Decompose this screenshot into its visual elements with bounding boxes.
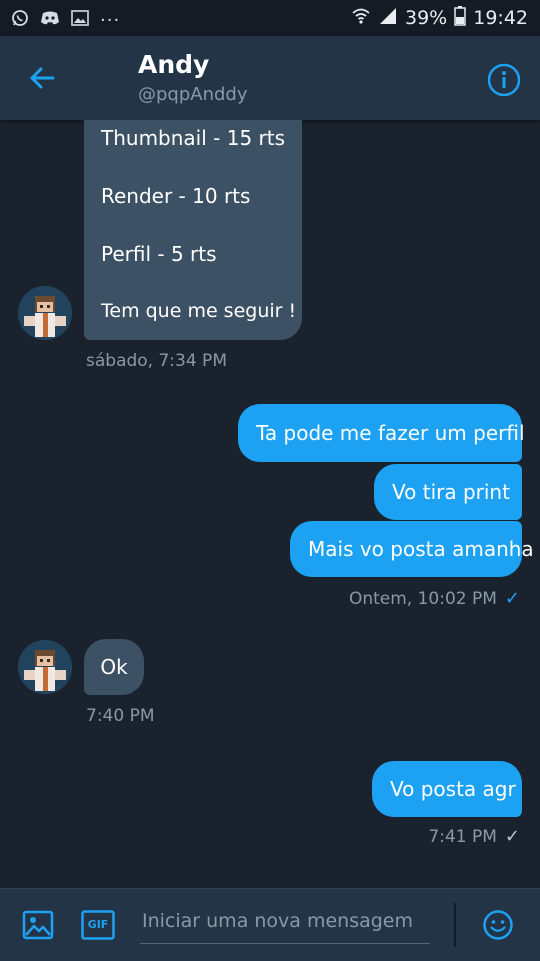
contact-name[interactable]: Andy [138,50,209,79]
image-button[interactable] [20,907,56,943]
sent-check-icon: ✓ [504,826,520,847]
emoji-button[interactable] [480,907,516,943]
timestamp-text: Ontem, 10:02 PM [348,589,497,609]
status-bar: ... 39% 19:42 [0,0,540,36]
incoming-message[interactable]: Ok [84,639,144,695]
whatsapp-icon [10,9,30,27]
gif-label: GIF [87,918,109,931]
avatar[interactable] [18,286,72,340]
info-icon [487,63,521,97]
battery-percent: 39% [405,7,448,29]
outgoing-message[interactable]: Vo posta agr [372,761,522,817]
wifi-icon [351,7,371,30]
battery-icon [454,5,466,31]
message-composer: GIF Iniciar uma nova mensagem [0,888,540,961]
emoji-icon [483,910,513,940]
incoming-message[interactable]: Thumbnail - 15 rts Render - 10 rts Perfi… [84,120,302,340]
image-icon [22,910,54,940]
info-button[interactable] [484,60,524,100]
discord-icon [40,9,60,27]
gif-button[interactable]: GIF [80,909,116,941]
message-timestamp: 7:40 PM [86,706,155,726]
back-button[interactable] [22,58,62,98]
clock: 19:42 [473,7,528,29]
message-timestamp: sábado, 7:34 PM [86,351,227,371]
conversation-header: Andy @pqpAnddy [0,36,540,120]
divider [454,903,456,947]
message-list[interactable]: Thumbnail - 15 rts Render - 10 rts Perfi… [0,120,540,888]
gallery-icon [70,9,90,27]
overflow-indicator: ... [100,4,121,26]
timestamp-text: 7:41 PM [428,827,497,847]
outgoing-message[interactable]: Ta pode me fazer um perfil [238,404,525,462]
back-arrow-icon [30,67,55,89]
contact-handle[interactable]: @pqpAnddy [138,84,248,105]
read-check-icon: ✓ [504,588,520,609]
message-timestamp: 7:41 PM ✓ [428,826,520,847]
message-line: Tem que me seguir ! [101,300,297,322]
outgoing-message[interactable]: Mais vo posta amanha [290,521,534,577]
message-timestamp: Ontem, 10:02 PM ✓ [349,588,520,609]
message-line: Perfil - 5 rts [101,242,217,266]
signal-icon [378,7,398,30]
outgoing-message[interactable]: Vo tira print [374,464,522,520]
message-input[interactable]: Iniciar uma nova mensagem [140,905,430,944]
avatar[interactable] [18,640,72,694]
message-line: Render - 10 rts [101,184,251,208]
message-line: Thumbnail - 15 rts [101,126,286,150]
